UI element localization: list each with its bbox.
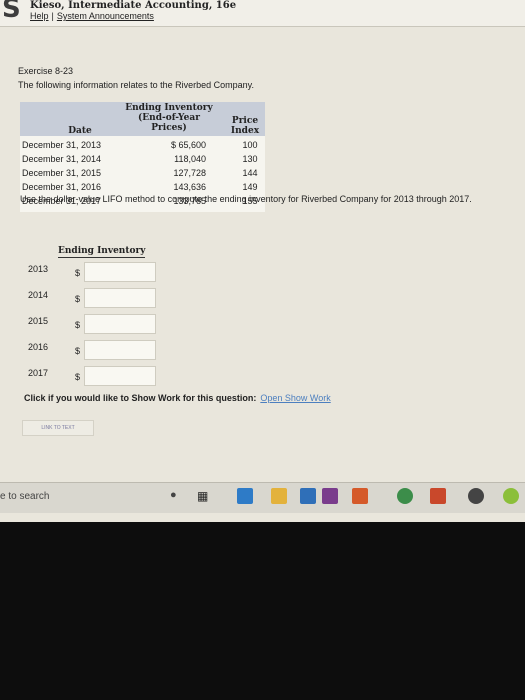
answer-row-2017: 2017 $ — [20, 362, 500, 386]
answer-row-2016: 2016 $ — [20, 336, 500, 360]
answer-year: 2013 — [28, 264, 49, 274]
currency-symbol: $ — [75, 294, 81, 304]
currency-symbol: $ — [75, 268, 81, 278]
answer-input-2013[interactable] — [84, 262, 156, 282]
instruction-text: Use the dollar-value LIFO method to comp… — [20, 194, 472, 204]
answer-row-2014: 2014 $ — [20, 284, 500, 308]
mic-icon[interactable]: ● — [170, 489, 177, 501]
answer-input-2014[interactable] — [84, 288, 156, 308]
header-date: Date — [68, 126, 92, 136]
row-index: 130 — [242, 154, 258, 164]
taskbar-search-box[interactable]: e to search — [0, 491, 49, 502]
answer-input-2017[interactable] — [84, 366, 156, 386]
exercise-panel: Exercise 8-23 The following information … — [10, 60, 520, 440]
answer-row-2013: 2013 $ — [20, 258, 500, 282]
header-ending-inventory: Ending Inventory (End-of-Year Prices) — [125, 103, 213, 133]
answer-year: 2014 — [28, 290, 49, 300]
answer-grid: 2013 $ 2014 $ 2015 $ 2016 $ 2017 $ — [10, 258, 525, 398]
row-date: December 31, 2014 — [22, 154, 102, 164]
row-date: December 31, 2016 — [22, 182, 102, 192]
exercise-title: Exercise 8-23 — [18, 66, 74, 76]
answer-year: 2017 — [28, 368, 49, 378]
s-logo-icon: S — [2, 0, 21, 24]
answer-column-header: Ending Inventory — [58, 246, 146, 258]
chrome-icon[interactable] — [397, 488, 413, 504]
book-title: Kieso, Intermediate Accounting, 16e — [30, 0, 237, 11]
system-announcements-link[interactable]: System Announcements — [57, 11, 154, 21]
show-work-line: Click if you would like to Show Work for… — [24, 393, 331, 403]
open-show-work-link[interactable]: Open Show Work — [260, 393, 330, 403]
answer-input-2015[interactable] — [84, 314, 156, 334]
store-icon[interactable] — [300, 488, 316, 504]
currency-symbol: $ — [75, 320, 81, 330]
row-date: December 31, 2013 — [22, 140, 102, 150]
answer-year: 2016 — [28, 342, 49, 352]
show-work-prompt: Click if you would like to Show Work for… — [24, 393, 257, 403]
help-link[interactable]: Help — [30, 11, 49, 21]
table-row: December 31, 2015 127,728 144 — [20, 167, 265, 179]
windows-taskbar: e to search ● ▦ — [0, 482, 525, 513]
app-icon[interactable] — [468, 488, 484, 504]
row-index: 100 — [242, 140, 258, 150]
header-links: Help | System Announcements — [30, 11, 154, 21]
answer-input-2016[interactable] — [84, 340, 156, 360]
table-header-row: Date Ending Inventory (End-of-Year Price… — [20, 102, 265, 136]
task-view-icon[interactable]: ▦ — [197, 489, 208, 503]
row-index: 144 — [242, 168, 258, 178]
folder-icon[interactable] — [352, 488, 368, 504]
monitor-bezel — [0, 522, 525, 700]
row-index: 149 — [242, 182, 258, 192]
currency-symbol: $ — [75, 372, 81, 382]
browser-screen: S Kieso, Intermediate Accounting, 16e He… — [0, 0, 525, 522]
row-inventory: 127,728 — [173, 168, 206, 178]
table-row: December 31, 2013 $ 65,600 100 — [20, 139, 265, 151]
header-price-index: Price Index — [230, 116, 260, 136]
link-to-text-button[interactable]: LINK TO TEXT — [22, 420, 94, 436]
answer-year: 2015 — [28, 316, 49, 326]
table-row: December 31, 2014 118,040 130 — [20, 153, 265, 165]
currency-symbol: $ — [75, 346, 81, 356]
onenote-icon[interactable] — [322, 488, 338, 504]
row-inventory: 143,636 — [173, 182, 206, 192]
edge-icon[interactable] — [237, 488, 253, 504]
exercise-description: The following information relates to the… — [18, 80, 254, 90]
answer-row-2015: 2015 $ — [20, 310, 500, 334]
link-separator: | — [51, 11, 54, 21]
powerpoint-icon[interactable] — [430, 488, 446, 504]
row-inventory: $ 65,600 — [170, 140, 206, 150]
file-explorer-icon[interactable] — [271, 488, 287, 504]
app-header: S Kieso, Intermediate Accounting, 16e He… — [0, 0, 525, 27]
row-date: December 31, 2015 — [22, 168, 102, 178]
row-inventory: 118,040 — [174, 154, 206, 164]
app-icon-2[interactable] — [503, 488, 519, 504]
table-row: December 31, 2016 143,636 149 — [20, 181, 265, 193]
